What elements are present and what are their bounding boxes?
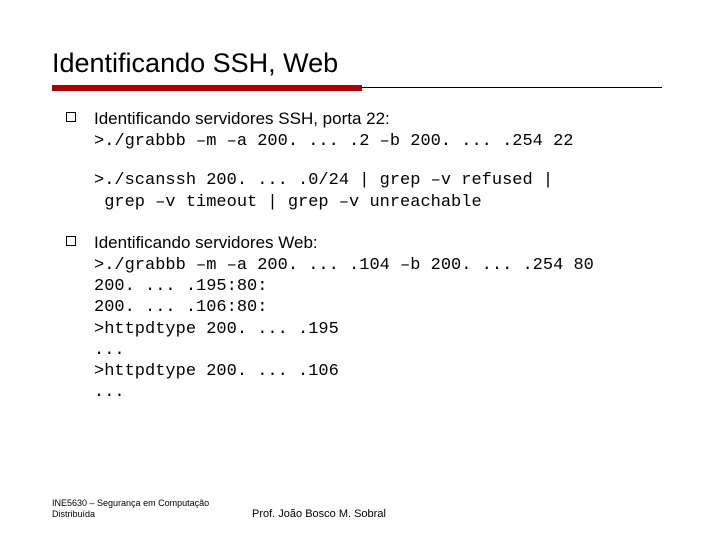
square-bullet-icon [66,112,76,122]
bullet-item-ssh: Identificando servidores SSH, porta 22: … [66,109,668,213]
bullet-item-web: Identificando servidores Web: >./grabbb … [66,233,668,404]
slide-footer: INE5630 – Segurança em Computação Distri… [52,498,668,520]
footer-course: INE5630 – Segurança em Computação Distri… [52,498,232,520]
web-code-block: >./grabbb –m –a 200. ... .104 –b 200. ..… [94,255,668,404]
ssh-heading: Identificando servidores SSH, porta 22: [94,109,668,129]
slide-title: Identificando SSH, Web [52,48,668,79]
ssh-code-line2: >./scanssh 200. ... .0/24 | grep –v refu… [94,170,668,213]
content-area: Identificando servidores SSH, porta 22: … [52,109,668,404]
title-rule [52,85,668,91]
ssh-code-line1: >./grabbb –m –a 200. ... .2 –b 200. ... … [94,131,668,152]
square-bullet-icon [66,236,76,246]
footer-author: Prof. João Bosco M. Sobral [232,508,668,520]
rule-accent [52,85,362,91]
web-heading: Identificando servidores Web: [94,233,668,253]
